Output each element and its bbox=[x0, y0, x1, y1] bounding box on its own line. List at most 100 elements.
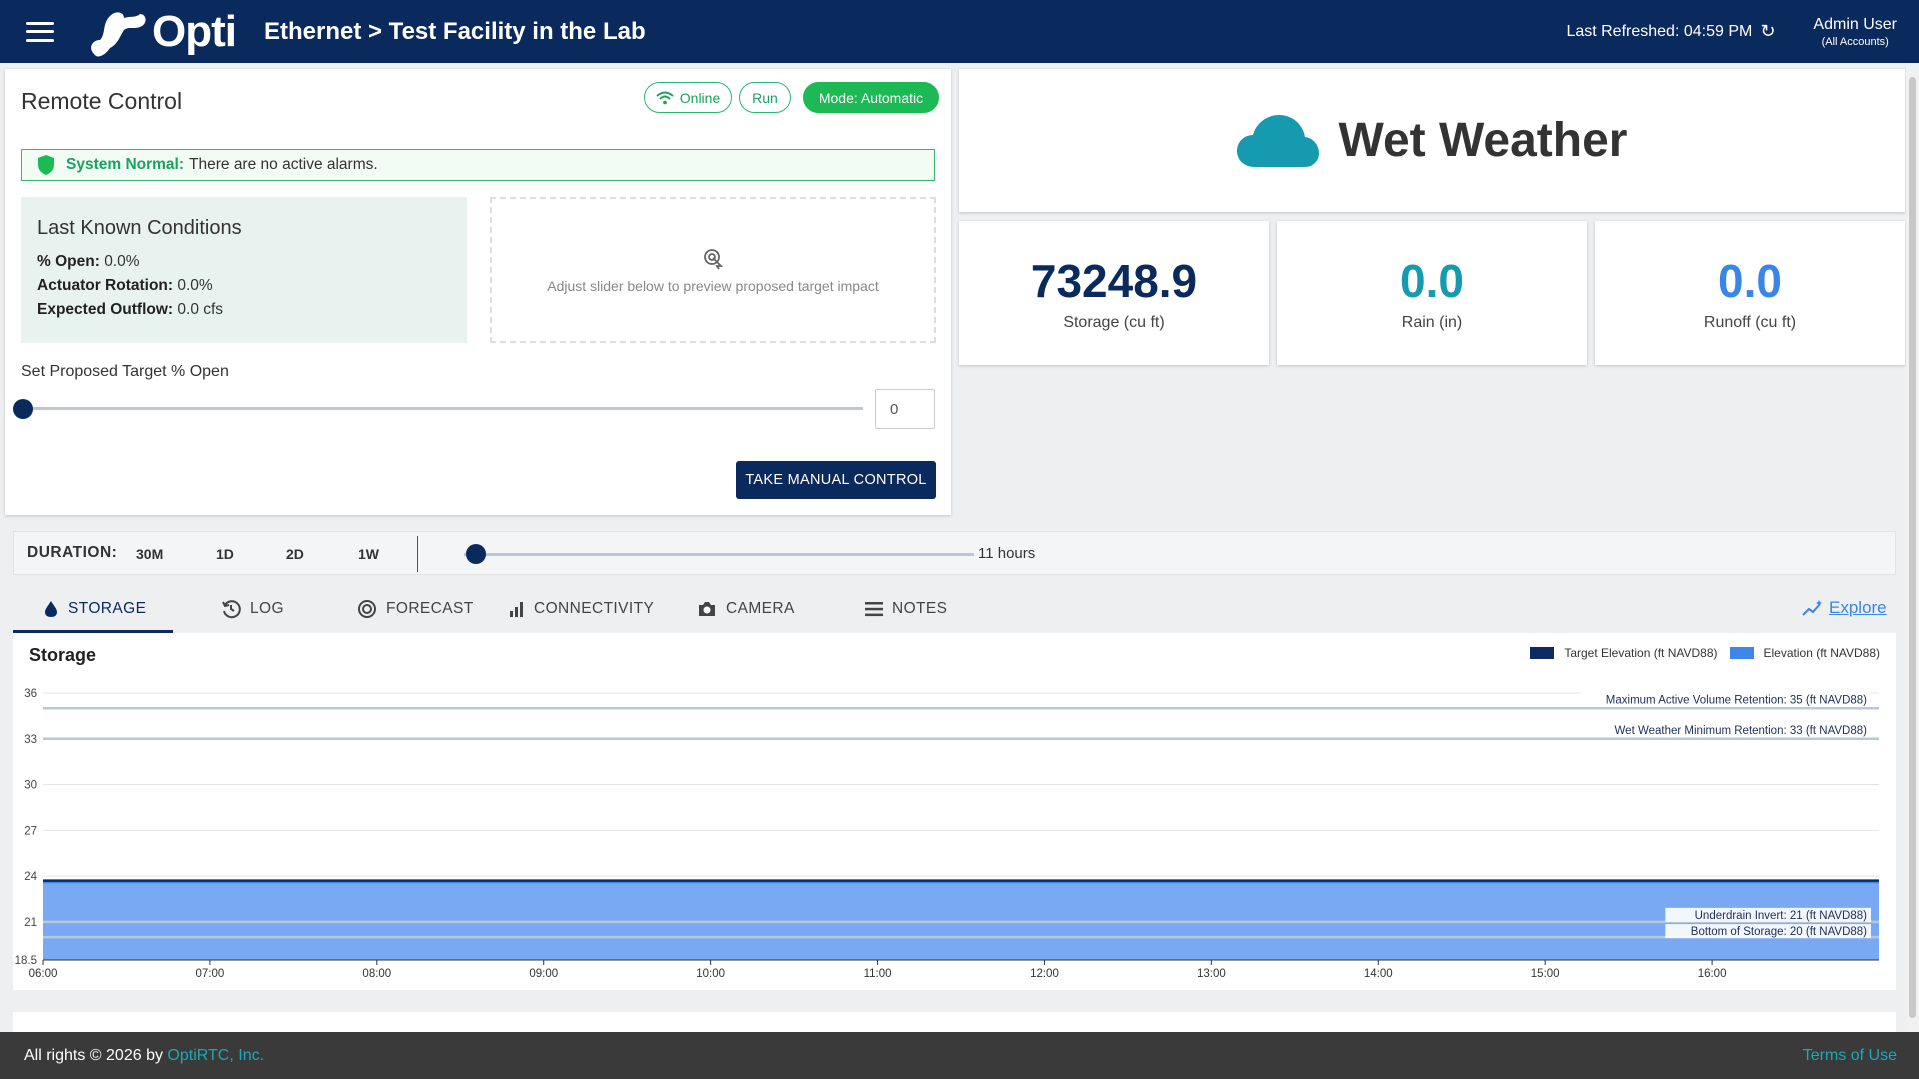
brand-name: Opti bbox=[152, 6, 237, 56]
y-tick-label: 30 bbox=[24, 780, 37, 792]
legend-swatch-target bbox=[1530, 647, 1555, 659]
alarm-title: System Normal: bbox=[66, 156, 185, 173]
outflow-row: Expected Outflow: 0.0 cfs bbox=[37, 298, 451, 322]
remote-control-panel: Remote Control Online Run Mode: Automati… bbox=[5, 69, 951, 515]
threshold-label: Wet Weather Minimum Retention: 33 (ft NA… bbox=[1615, 725, 1868, 737]
menu-icon[interactable] bbox=[26, 21, 54, 42]
target-impact-preview: Adjust slider below to preview proposed … bbox=[490, 197, 936, 343]
page-scrollbar[interactable] bbox=[1906, 63, 1919, 1032]
target-slider-track[interactable] bbox=[23, 407, 863, 410]
copyright: All rights © 2026 by OptiRTC, Inc. bbox=[24, 1047, 264, 1065]
legend-target-elevation: Target Elevation (ft NAVD88) bbox=[1564, 646, 1718, 660]
opti-logo[interactable]: Opti bbox=[84, 4, 237, 60]
duration-bar: DURATION: 30M 1D 2D 1W 11 hours bbox=[13, 531, 1896, 575]
x-tick-label: 16:00 bbox=[1698, 968, 1727, 980]
duration-1w-button[interactable]: 1W bbox=[358, 546, 379, 562]
storage-chart: 36 33 30 27 24 21 18.5 Maximum Active Volume Re… bbox=[15, 688, 1879, 980]
explore-link[interactable]: Explore bbox=[1802, 598, 1887, 618]
tab-connectivity[interactable]: CONNECTIVITY bbox=[509, 585, 654, 633]
legend-elevation: Elevation (ft NAVD88) bbox=[1763, 646, 1881, 660]
target-input[interactable] bbox=[875, 389, 935, 429]
x-tick-label: 10:00 bbox=[696, 968, 725, 980]
chart-legend: Target Elevation (ft NAVD88) Elevation (… bbox=[1530, 646, 1880, 660]
x-tick-label: 15:00 bbox=[1531, 968, 1560, 980]
open-row: % Open: 0.0% bbox=[37, 250, 451, 274]
y-tick-label: 33 bbox=[24, 734, 37, 746]
forecast-icon bbox=[358, 600, 376, 618]
weather-panel: Wet Weather bbox=[959, 69, 1905, 212]
wifi-icon bbox=[656, 91, 674, 104]
user-menu[interactable]: Admin User (All Accounts) bbox=[1813, 16, 1897, 48]
company-link[interactable]: OptiRTC, Inc. bbox=[167, 1047, 264, 1064]
target-slider-thumb[interactable] bbox=[13, 399, 33, 419]
remote-control-title: Remote Control bbox=[21, 88, 183, 114]
copyright-text: All rights © 2026 by bbox=[24, 1046, 163, 1064]
signal-bars-icon bbox=[510, 602, 523, 617]
explore-label: Explore bbox=[1829, 598, 1887, 617]
duration-hours: 11 hours bbox=[978, 545, 1036, 562]
rotation-value: 0.0% bbox=[177, 277, 213, 294]
threshold-label: Maximum Active Volume Retention: 35 (ft … bbox=[1606, 694, 1867, 706]
runoff-label: Runoff (cu ft) bbox=[1703, 314, 1797, 331]
duration-2d-button[interactable]: 2D bbox=[286, 546, 304, 562]
duration-slider-thumb[interactable] bbox=[466, 544, 486, 564]
online-status-chip[interactable]: Online bbox=[644, 82, 732, 113]
rain-label: Rain (in) bbox=[1401, 314, 1463, 331]
tab-forecast-label: FORECAST bbox=[386, 600, 474, 617]
lkc-title: Last Known Conditions bbox=[37, 217, 242, 239]
rotation-label: Actuator Rotation: bbox=[37, 277, 174, 294]
terms-of-use-link[interactable]: Terms of Use bbox=[1803, 1047, 1897, 1065]
duration-1d-button[interactable]: 1D bbox=[216, 546, 234, 562]
rain-value: 0.0 bbox=[1400, 255, 1464, 307]
duration-slider-track[interactable] bbox=[464, 553, 974, 556]
chart-title: Storage bbox=[29, 645, 97, 665]
camera-icon bbox=[699, 602, 715, 616]
user-scope: (All Accounts) bbox=[1821, 35, 1889, 48]
threshold-label: Underdrain Invert: 21 (ft NAVD88) bbox=[1695, 910, 1868, 922]
duration-30m-button[interactable]: 30M bbox=[136, 546, 163, 562]
run-status-chip[interactable]: Run bbox=[739, 82, 791, 113]
take-manual-control-button[interactable]: TAKE MANUAL CONTROL bbox=[736, 461, 936, 499]
weather-label: Wet Weather bbox=[1338, 114, 1628, 167]
storage-stat-card: 73248.9 Storage (cu ft) bbox=[959, 221, 1269, 365]
x-tick-label: 08:00 bbox=[362, 968, 391, 980]
tab-storage-label: STORAGE bbox=[68, 600, 147, 617]
alarm-text: There are no active alarms. bbox=[189, 156, 378, 173]
x-tick-label: 12:00 bbox=[1030, 968, 1059, 980]
footer: All rights © 2026 by OptiRTC, Inc. Terms… bbox=[0, 1032, 1919, 1079]
x-tick-label: 14:00 bbox=[1364, 968, 1393, 980]
online-label: Online bbox=[679, 89, 721, 106]
user-name: Admin User bbox=[1813, 15, 1897, 33]
last-refreshed: Last Refreshed: 04:59 PM ↻ bbox=[1566, 21, 1775, 42]
last-refreshed-text: Last Refreshed: 04:59 PM bbox=[1566, 22, 1753, 40]
run-label: Run bbox=[752, 89, 778, 106]
x-tick-label: 06:00 bbox=[29, 968, 58, 980]
mode-label: Mode: Automatic bbox=[818, 89, 924, 106]
tab-bar: STORAGE LOG FORECAST CONNECTIVITY CAMERA… bbox=[13, 585, 1896, 633]
lower-panel-edge bbox=[13, 1012, 1896, 1032]
history-icon bbox=[222, 600, 241, 619]
tab-storage[interactable]: STORAGE bbox=[43, 585, 146, 633]
tab-connectivity-label: CONNECTIVITY bbox=[534, 600, 655, 617]
alarm-banner: System Normal: There are no active alarm… bbox=[21, 149, 935, 181]
tab-log[interactable]: LOG bbox=[221, 585, 284, 633]
tab-camera[interactable]: CAMERA bbox=[697, 585, 795, 633]
outflow-label: Expected Outflow: bbox=[37, 301, 174, 318]
rotation-row: Actuator Rotation: 0.0% bbox=[37, 274, 451, 298]
threshold-label: Bottom of Storage: 20 (ft NAVD88) bbox=[1691, 926, 1867, 938]
x-tick-label: 09:00 bbox=[529, 968, 558, 980]
y-tick-label: 27 bbox=[24, 825, 37, 837]
opti-logo-mark-icon bbox=[91, 11, 146, 56]
duration-divider bbox=[417, 536, 418, 572]
y-tick-label: 18.5 bbox=[15, 955, 37, 967]
open-value: 0.0% bbox=[104, 253, 140, 270]
duration-label: DURATION: bbox=[27, 544, 118, 561]
tab-notes[interactable]: NOTES bbox=[865, 585, 947, 633]
scrollbar-thumb[interactable] bbox=[1909, 77, 1916, 1018]
tab-forecast[interactable]: FORECAST bbox=[357, 585, 474, 633]
open-label: % Open: bbox=[37, 253, 100, 270]
mode-chip[interactable]: Mode: Automatic bbox=[803, 82, 939, 113]
tab-notes-label: NOTES bbox=[892, 600, 948, 617]
refresh-icon[interactable]: ↻ bbox=[1760, 21, 1775, 42]
sparkle-chart-icon bbox=[1802, 600, 1822, 616]
